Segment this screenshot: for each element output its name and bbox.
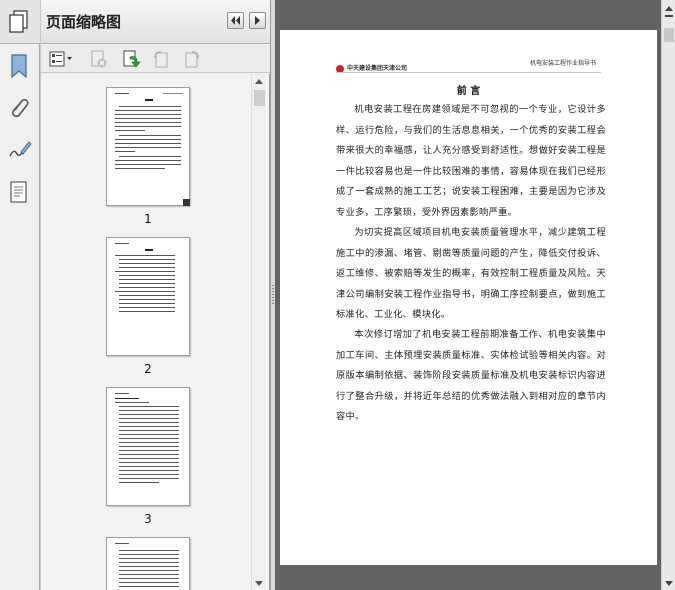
- thumbnail-list[interactable]: 1 2 3: [41, 74, 270, 590]
- delete-page-icon[interactable]: [89, 49, 109, 69]
- navigation-strip: [0, 0, 40, 590]
- insert-page-icon[interactable]: [121, 49, 141, 69]
- scroll-up-icon[interactable]: [665, 6, 673, 11]
- document-view[interactable]: 中天建设集团天津公司 机电安装工程作业指导书 前 言 机电安装工程在房建领域是不…: [275, 0, 661, 590]
- thumbnail-scroll-thumb[interactable]: [254, 90, 265, 106]
- bookmark-icon[interactable]: [6, 52, 32, 80]
- thumbnail-page-4[interactable]: [106, 537, 190, 590]
- scroll-down-icon[interactable]: [255, 581, 263, 586]
- thumbnail-page-1[interactable]: [106, 87, 190, 206]
- layers-icon[interactable]: [6, 178, 32, 206]
- thumbnail-page-number: 2: [144, 362, 152, 376]
- paragraph-1: 机电安装工程在房建领域是不可忽视的一个专业，它设计多样、运行危险，与我们的生活息…: [336, 104, 606, 218]
- header-rule: [336, 72, 601, 73]
- pages-tab[interactable]: [0, 0, 40, 44]
- page-thumbnails-panel: 页面缩略图 1 2 3: [41, 0, 270, 590]
- panel-header: 页面缩略图: [41, 0, 270, 44]
- document-scroll-thumb[interactable]: [664, 28, 674, 42]
- scroll-up-icon[interactable]: [255, 79, 263, 84]
- document-scrollbar[interactable]: [661, 0, 675, 590]
- thumbnail-page-number: 1: [144, 212, 152, 226]
- thumbnail-page-3[interactable]: [106, 387, 190, 506]
- paragraph-2: 为切实提高区域项目机电安装质量管理水平，减少建筑工程施工中的渗漏、堵管、剔凿等质…: [336, 227, 606, 320]
- expand-panel-button[interactable]: [249, 12, 266, 29]
- expand-panel-icon: [255, 16, 260, 25]
- scroll-top-marker: [665, 15, 673, 17]
- pages-icon[interactable]: [6, 8, 32, 36]
- rotate-right-icon[interactable]: [182, 49, 202, 69]
- thumbnail-page-number: 3: [144, 512, 152, 526]
- rotate-left-icon[interactable]: [151, 49, 171, 69]
- splitter-grip-icon[interactable]: [272, 285, 274, 305]
- scroll-down-icon[interactable]: [665, 581, 673, 586]
- options-menu-icon[interactable]: [48, 49, 74, 69]
- signature-icon[interactable]: [6, 136, 32, 164]
- collapse-panel-icon: [231, 16, 240, 25]
- thumbnail-page-2[interactable]: [106, 237, 190, 356]
- running-header: 机电安装工程作业指导书: [530, 60, 597, 67]
- thumbnail-toolbar: [41, 45, 270, 73]
- panel-title: 页面缩略图: [46, 13, 122, 31]
- attachment-icon[interactable]: [6, 94, 32, 122]
- collapse-panel-button[interactable]: [227, 12, 244, 29]
- document-page: 中天建设集团天津公司 机电安装工程作业指导书 前 言 机电安装工程在房建领域是不…: [280, 30, 657, 565]
- paragraph-3: 本次修订增加了机电安装工程前期准备工作、机电安装集中加工车间、主体预埋安装质量标…: [336, 329, 606, 422]
- document-title: 前 言: [456, 86, 481, 97]
- thumbnail-scrollbar[interactable]: [251, 74, 266, 590]
